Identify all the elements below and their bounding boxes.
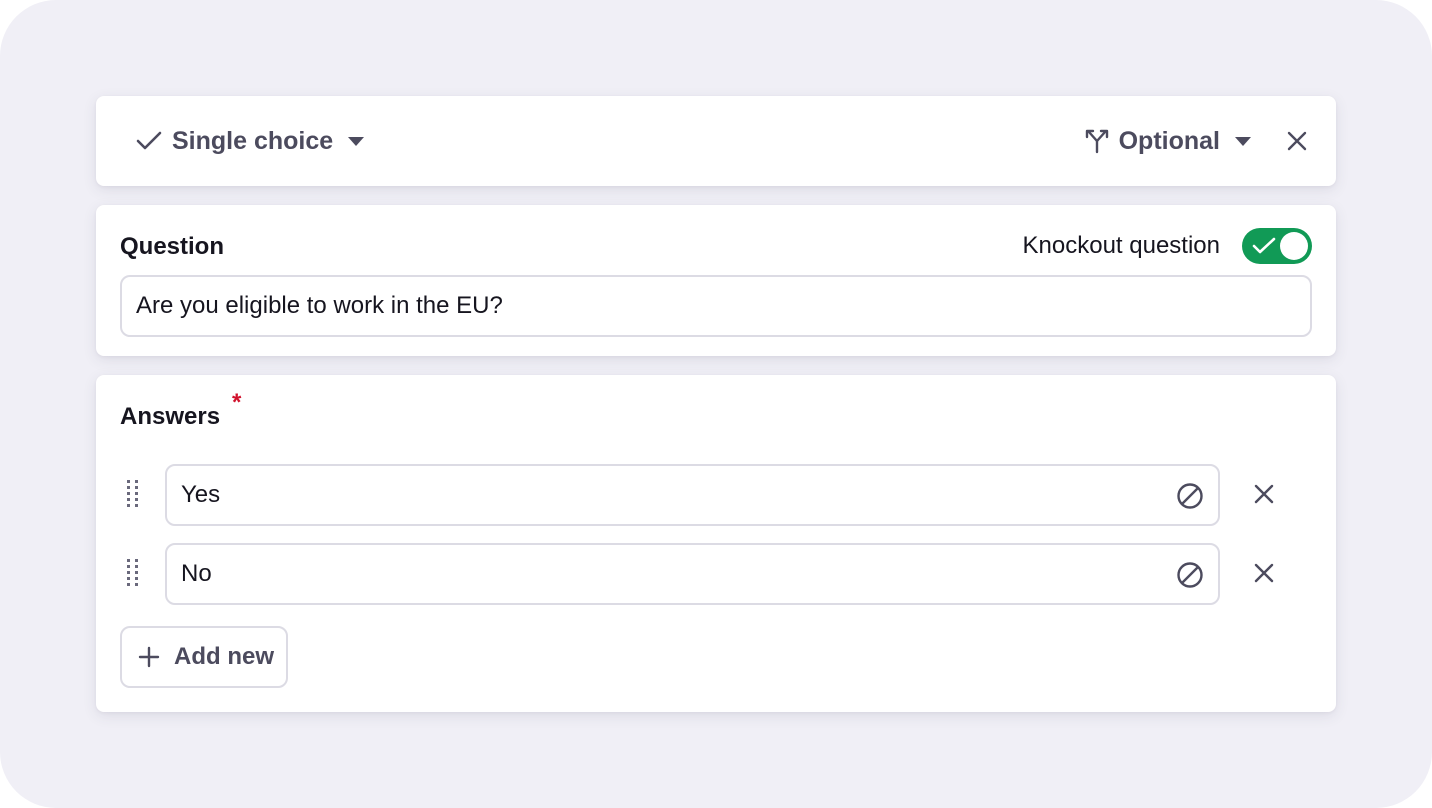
plus-icon [138, 646, 160, 668]
chevron-down-icon [1234, 135, 1252, 147]
knockout-toggle[interactable] [1242, 228, 1312, 264]
branch-icon [1085, 128, 1109, 154]
close-icon [1253, 563, 1275, 588]
checkmark-icon [136, 130, 162, 152]
answer-value: Yes [181, 481, 221, 508]
remove-answer-button[interactable] [1253, 483, 1275, 510]
requirement-dropdown[interactable]: Optional [1085, 127, 1252, 156]
requirement-label: Optional [1118, 126, 1220, 155]
drag-handle-icon[interactable] [126, 479, 140, 518]
knockout-label: Knockout question [1022, 232, 1220, 259]
answer-input[interactable]: Yes [165, 464, 1220, 526]
add-answer-button[interactable]: Add new [120, 626, 288, 688]
disqualify-answer-button[interactable] [1176, 561, 1204, 596]
answer-input[interactable]: No [165, 543, 1220, 605]
knockout-control: Knockout question [1023, 228, 1312, 264]
disqualify-answer-button[interactable] [1176, 482, 1204, 517]
page-background: Single choice Optional Question Knockout… [0, 0, 1432, 808]
answer-row: Yes [120, 464, 1290, 526]
answers-label: Answers [120, 403, 221, 430]
drag-handle-icon[interactable] [126, 558, 140, 597]
answer-row: No [120, 543, 1290, 605]
question-toolbar: Single choice Optional [96, 96, 1336, 186]
block-icon [1176, 483, 1204, 516]
required-marker: * [232, 389, 242, 416]
question-requirement-controls: Optional [1085, 96, 1308, 186]
question-type-selector: Single choice [136, 96, 365, 186]
question-type-dropdown[interactable]: Single choice [136, 127, 365, 156]
chevron-down-icon [347, 135, 365, 147]
close-icon [1286, 130, 1308, 152]
close-question-button[interactable] [1286, 130, 1308, 152]
question-type-label: Single choice [172, 126, 334, 155]
block-icon [1176, 562, 1204, 595]
add-answer-label: Add new [174, 643, 274, 670]
question-card: Question Knockout question Are you eligi… [96, 205, 1336, 356]
checkmark-icon [1252, 237, 1276, 260]
answers-card: Answers * Yes No Add new [96, 375, 1336, 712]
question-input[interactable]: Are you eligible to work in the EU? [120, 275, 1312, 337]
toggle-knob [1280, 232, 1308, 260]
close-icon [1253, 484, 1275, 509]
question-label: Question [120, 233, 225, 260]
answer-value: No [181, 560, 212, 587]
remove-answer-button[interactable] [1253, 562, 1275, 589]
